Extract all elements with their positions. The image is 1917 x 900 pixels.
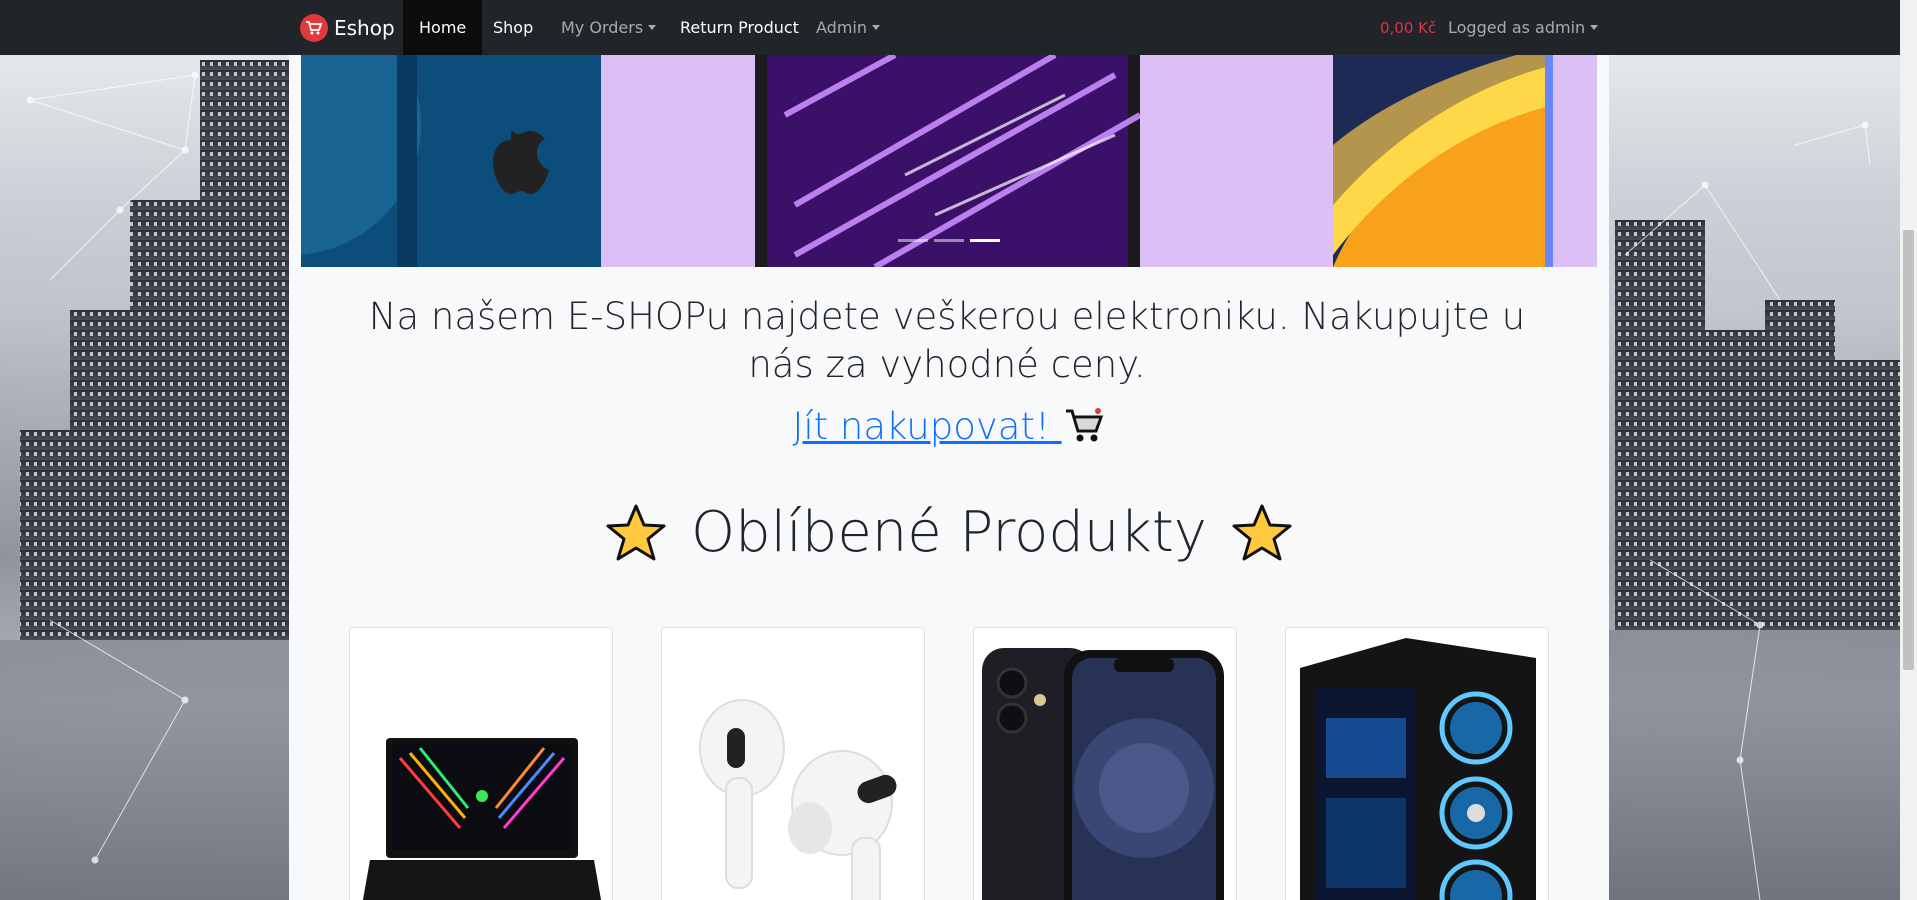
go-shopping-link[interactable]: Jít nakupovat! — [792, 405, 1105, 448]
gaming-pc-image — [1300, 638, 1536, 900]
carousel-indicators — [301, 239, 1597, 242]
user-menu[interactable]: Logged as admin — [1432, 0, 1614, 55]
hero-carousel[interactable] — [301, 55, 1597, 267]
nav-admin-label: Admin — [816, 18, 867, 37]
nav-home[interactable]: Home — [403, 0, 483, 55]
xiaomi-phone-image — [1333, 55, 1553, 267]
scrollbar-thumb[interactable] — [1903, 230, 1914, 670]
cart-total-value: 0,00 Kč — [1380, 18, 1437, 37]
nav-shop[interactable]: Shop — [477, 0, 549, 55]
iphone-image — [301, 55, 601, 267]
nav-admin[interactable]: Admin — [800, 0, 896, 55]
nav-my-orders[interactable]: My Orders — [545, 0, 672, 55]
shopping-cart-icon — [1065, 408, 1103, 442]
laptop-image — [362, 738, 602, 900]
star-icon — [606, 504, 666, 560]
carousel-indicator-2[interactable] — [934, 239, 964, 242]
purple-phone-image — [755, 55, 1140, 267]
intro-text: Na našem E-SHOPu najdete veškerou elektr… — [368, 295, 1526, 386]
page-scrollbar[interactable] — [1900, 0, 1917, 900]
product-card-laptop[interactable] — [349, 627, 613, 900]
chevron-down-icon — [1590, 25, 1599, 30]
earbuds-image — [699, 699, 897, 900]
favorites-heading: Oblíbené Produkty — [289, 500, 1609, 565]
iphone-product-image — [982, 648, 1224, 900]
star-icon — [1232, 504, 1292, 560]
top-navbar: Eshop Home Shop My Orders Return Product… — [0, 0, 1917, 55]
product-card-pc[interactable] — [1285, 627, 1549, 900]
user-menu-label: Logged as admin — [1448, 18, 1586, 37]
carousel-indicator-3[interactable] — [970, 239, 1000, 242]
favorites-heading-text: Oblíbené Produkty — [691, 500, 1207, 565]
product-card-earbuds[interactable] — [661, 627, 925, 900]
nav-my-orders-label: My Orders — [561, 18, 644, 37]
cart-logo-icon — [300, 13, 328, 42]
carousel-indicator-1[interactable] — [898, 239, 928, 242]
chevron-down-icon — [872, 25, 880, 30]
brand-name: Eshop — [334, 15, 395, 40]
shop-link-wrapper: Jít nakupovat! — [289, 405, 1609, 448]
cart-total[interactable]: 0,00 Kč — [1364, 0, 1436, 55]
main-content: Na našem E-SHOPu najdete veškerou elektr… — [289, 55, 1609, 900]
chevron-down-icon — [648, 25, 657, 30]
product-card-phone[interactable] — [973, 627, 1237, 900]
brand-link[interactable]: Eshop — [300, 0, 395, 55]
go-shopping-label: Jít nakupovat! — [792, 405, 1050, 448]
nav-return-product[interactable]: Return Product — [664, 0, 815, 55]
